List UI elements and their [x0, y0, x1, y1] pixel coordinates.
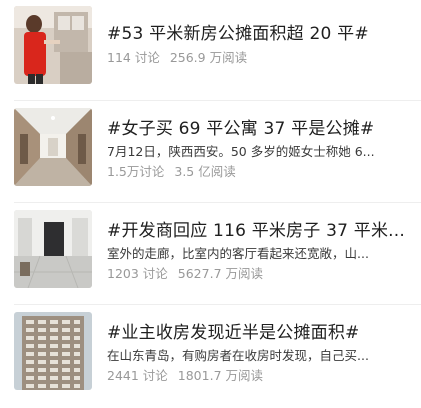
hallway-photo[interactable]: [14, 108, 92, 186]
topic-item[interactable]: #业主收房发现近半是公摊面积# 在山东青岛，有购房者在收房时发现，自己买... …: [0, 312, 421, 404]
read-count: 5627.7 万阅读: [177, 266, 263, 281]
discussion-count: 114 讨论: [107, 50, 160, 65]
discussion-count: 1203 讨论: [107, 266, 168, 281]
read-count: 1801.7 万阅读: [177, 368, 263, 383]
topic-text: #53 平米新房公摊面积超 20 平# 114 讨论 256.9 万阅读: [107, 6, 409, 67]
topic-text: #业主收房发现近半是公摊面积# 在山东青岛，有购房者在收房时发现，自己买... …: [107, 312, 409, 385]
person-in-kitchen-photo[interactable]: [14, 6, 92, 84]
thumb-image: [14, 108, 92, 186]
divider: [14, 100, 421, 101]
topic-item[interactable]: #女子买 69 平公寓 37 平是公摊# 7月12日，陕西西安。50 多岁的姬女…: [0, 108, 421, 200]
discussion-count: 1.5万讨论: [107, 164, 165, 179]
topic-summary: 7月12日，陕西西安。50 多岁的姬女士称她 6...: [107, 144, 375, 159]
topic-title[interactable]: #业主收房发现近半是公摊面积#: [107, 321, 409, 345]
topic-text: #女子买 69 平公寓 37 平是公摊# 7月12日，陕西西安。50 多岁的姬女…: [107, 108, 409, 181]
topic-title[interactable]: #女子买 69 平公寓 37 平是公摊#: [107, 117, 409, 141]
apartment-tower-photo[interactable]: [14, 312, 92, 390]
read-count: 3.5 亿阅读: [174, 164, 236, 179]
topic-text: #开发商回应 116 平米房子 37 平米... 室外的走廊，比室内的客厅看起来…: [107, 210, 409, 283]
topic-item[interactable]: #53 平米新房公摊面积超 20 平# 114 讨论 256.9 万阅读: [0, 6, 421, 98]
topic-list: #53 平米新房公摊面积超 20 平# 114 讨论 256.9 万阅读 #女子…: [0, 0, 421, 408]
discussion-count: 2441 讨论: [107, 368, 168, 383]
topic-stats: 114 讨论 256.9 万阅读: [107, 49, 409, 67]
topic-summary: 室外的走廊，比室内的客厅看起来还宽敞，山...: [107, 246, 369, 261]
thumb-image: [14, 312, 92, 390]
read-count: 256.9 万阅读: [169, 50, 248, 65]
topic-stats: 2441 讨论 1801.7 万阅读: [107, 367, 409, 385]
topic-title[interactable]: #53 平米新房公摊面积超 20 平#: [107, 22, 409, 46]
empty-room-photo[interactable]: [14, 210, 92, 288]
divider: [14, 304, 421, 305]
topic-summary: 在山东青岛，有购房者在收房时发现，自己买...: [107, 348, 369, 363]
topic-title[interactable]: #开发商回应 116 平米房子 37 平米...: [107, 219, 409, 243]
thumb-image: [14, 210, 92, 288]
topic-stats: 1.5万讨论 3.5 亿阅读: [107, 163, 409, 181]
thumb-image: [14, 6, 92, 84]
topic-stats: 1203 讨论 5627.7 万阅读: [107, 265, 409, 283]
divider: [14, 202, 421, 203]
topic-item[interactable]: #开发商回应 116 平米房子 37 平米... 室外的走廊，比室内的客厅看起来…: [0, 210, 421, 302]
